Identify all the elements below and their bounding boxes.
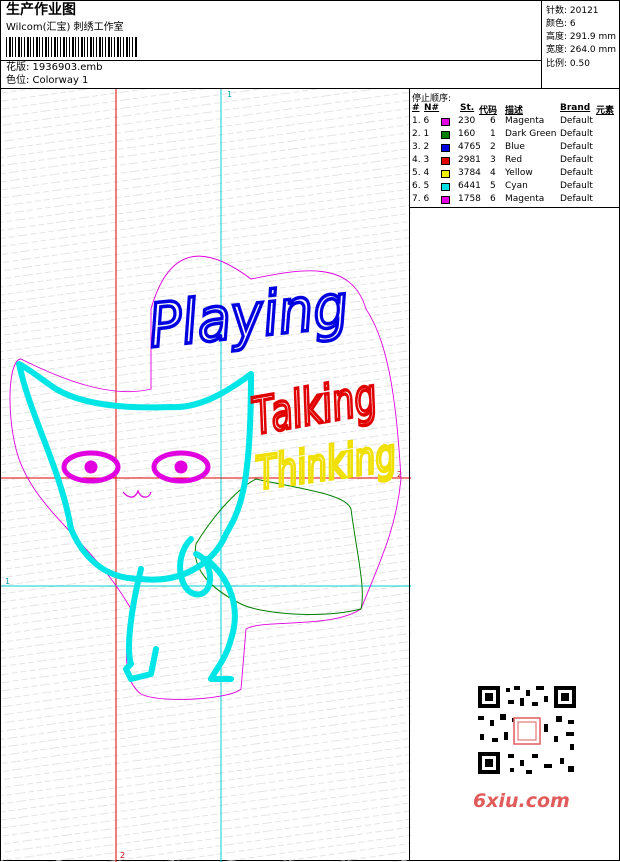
stat-width: 宽度: 264.0 mm — [546, 45, 617, 55]
row-index: 1. 6 — [412, 116, 430, 126]
row-stitches: 160 — [458, 129, 476, 139]
row-desc: Cyan — [505, 181, 528, 191]
row-stitches: 230 — [458, 116, 476, 126]
row-code: 3 — [490, 155, 496, 165]
row-brand: Default — [560, 116, 593, 126]
color-swatch — [441, 118, 450, 126]
col-brand: Brand — [560, 103, 591, 113]
color-swatch — [441, 196, 450, 204]
watermark-site: 6xiu.com — [473, 790, 570, 812]
row-code: 4 — [490, 168, 496, 178]
design-canvas[interactable]: 1 2 1 2 Playing Talking Thinking — [0, 88, 411, 862]
row-desc: Magenta — [505, 194, 545, 204]
col-desc: 描述 — [505, 106, 524, 116]
row-index: 4. 3 — [412, 155, 430, 165]
row-index: 3. 2 — [412, 142, 430, 152]
col-element: 元素 — [596, 106, 615, 116]
row-code: 1 — [490, 129, 496, 139]
row-brand: Default — [560, 194, 593, 204]
design-drawing: 1 2 1 2 Playing Talking Thinking — [1, 89, 411, 862]
row-stitches: 2981 — [458, 155, 481, 165]
row-desc: Yellow — [505, 168, 533, 178]
stat-scale: 比例: 0.50 — [546, 59, 590, 69]
stat-height: 高度: 291.9 mm — [546, 32, 617, 42]
col-stitches: St. — [460, 103, 475, 113]
color-swatch — [441, 144, 450, 152]
row-code: 6 — [490, 116, 496, 126]
page-title: 生产作业图 — [6, 2, 76, 18]
row-stitches: 1758 — [458, 194, 481, 204]
marker-top: 1 — [227, 90, 232, 99]
colorway: 色位: Colorway 1 — [6, 75, 89, 86]
row-stitches: 6441 — [458, 181, 481, 191]
col-code: 代码 — [479, 106, 498, 116]
row-brand: Default — [560, 168, 593, 178]
row-brand: Default — [560, 155, 593, 165]
row-index: 7. 6 — [412, 194, 430, 204]
marker-bottom: 2 — [120, 851, 125, 860]
marker-left: 1 — [5, 577, 10, 586]
table-divider — [410, 207, 620, 208]
row-brand: Default — [560, 181, 593, 191]
color-swatch — [441, 157, 450, 165]
stat-stitches: 针数: 20121 — [546, 6, 599, 16]
row-brand: Default — [560, 142, 593, 152]
col-needle: N# — [424, 103, 440, 113]
row-desc: Blue — [505, 142, 525, 152]
row-index: 6. 5 — [412, 181, 430, 191]
stat-colors: 颜色: 6 — [546, 19, 576, 29]
company-name: Wilcom(汇宝) 刺绣工作室 — [6, 22, 124, 33]
row-stitches: 4765 — [458, 142, 481, 152]
header-divider — [0, 60, 542, 61]
row-desc: Magenta — [505, 116, 545, 126]
row-desc: Red — [505, 155, 523, 165]
color-swatch — [441, 170, 450, 178]
row-code: 6 — [490, 194, 496, 204]
row-code: 5 — [490, 181, 496, 191]
row-index: 5. 4 — [412, 168, 430, 178]
color-swatch — [441, 183, 450, 191]
row-stitches: 3784 — [458, 168, 481, 178]
barcode — [6, 37, 138, 57]
row-desc: Dark Green — [505, 129, 557, 139]
row-index: 2. 1 — [412, 129, 430, 139]
qr-code — [470, 680, 584, 780]
file-name: 花版: 1936903.emb — [6, 62, 103, 73]
color-swatch — [441, 131, 450, 139]
col-index: # — [412, 103, 420, 113]
row-brand: Default — [560, 129, 593, 139]
row-code: 2 — [490, 142, 496, 152]
